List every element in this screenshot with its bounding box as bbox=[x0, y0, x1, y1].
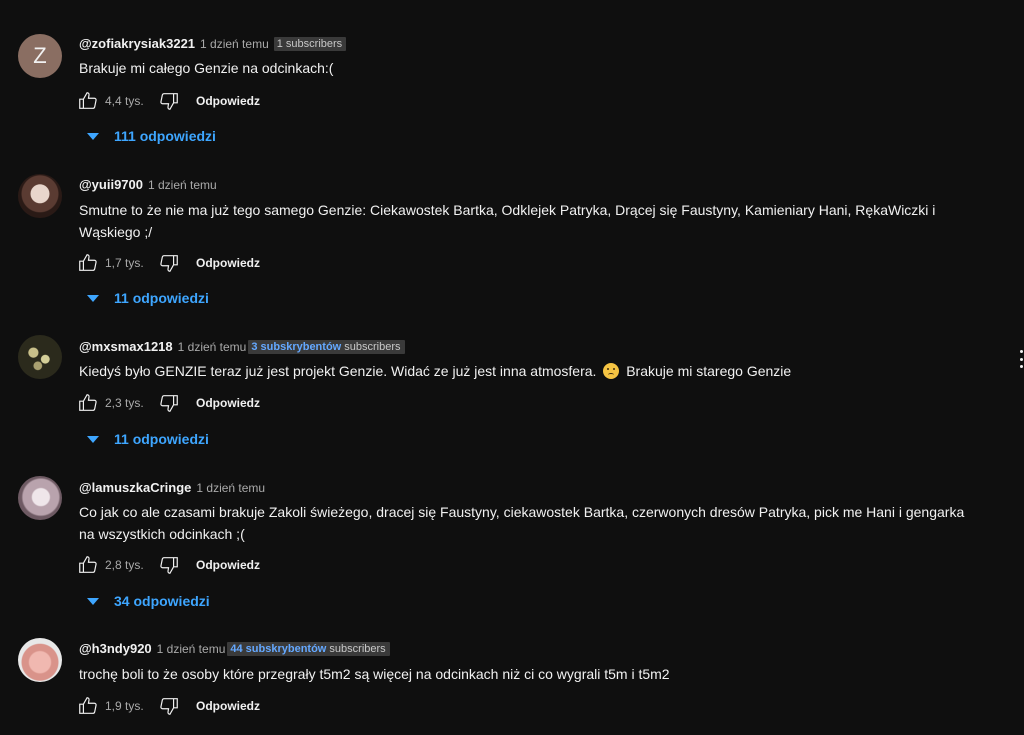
subscriber-badge: 44 subskrybentów subscribers bbox=[227, 641, 390, 656]
replies-count: 34 odpowiedzi bbox=[114, 593, 210, 609]
caret-down-icon bbox=[87, 435, 99, 443]
subscriber-badge-count: 3 subskrybentów bbox=[251, 340, 342, 353]
thumb-down-icon bbox=[160, 255, 178, 272]
comment-actions: 1,9 tys. Odpowiedz bbox=[76, 694, 260, 718]
reply-button[interactable]: Odpowiedz bbox=[196, 396, 260, 410]
comment-time[interactable]: 1 dzień temu bbox=[157, 642, 226, 656]
comment-author[interactable]: @zofiakrysiak3221 bbox=[79, 36, 195, 51]
comment-header: @mxsmax1218 1 dzień temu 3 subskrybentów… bbox=[79, 339, 405, 354]
like-button[interactable] bbox=[76, 694, 100, 718]
subscriber-badge-text: subscribers bbox=[341, 340, 401, 353]
subscriber-badge-text: 1 subscribers bbox=[276, 37, 343, 50]
like-button[interactable] bbox=[76, 251, 100, 275]
like-count: 2,8 tys. bbox=[105, 558, 144, 572]
comment-text-part: Brakuje mi starego Genzie bbox=[622, 363, 792, 379]
comment-time[interactable]: 1 dzień temu bbox=[148, 178, 217, 192]
replies-count: 11 odpowiedzi bbox=[114, 431, 209, 447]
avatar[interactable]: Z bbox=[18, 34, 62, 78]
view-replies-button[interactable]: 34 odpowiedzi bbox=[84, 593, 210, 609]
avatar[interactable] bbox=[18, 476, 62, 520]
like-button[interactable] bbox=[76, 553, 100, 577]
thumb-down-icon bbox=[160, 698, 178, 715]
thumb-up-icon bbox=[79, 92, 97, 109]
dislike-button[interactable] bbox=[157, 89, 181, 113]
thumb-down-icon bbox=[160, 395, 178, 412]
view-replies-button[interactable]: 11 odpowiedzi bbox=[84, 431, 209, 447]
thumb-up-icon bbox=[79, 697, 97, 714]
replies-count: 111 odpowiedzi bbox=[114, 128, 216, 144]
comment-actions: 2,8 tys. Odpowiedz bbox=[76, 553, 260, 577]
like-button[interactable] bbox=[76, 89, 100, 113]
view-replies-button[interactable]: 11 odpowiedzi bbox=[84, 290, 209, 306]
dislike-button[interactable] bbox=[157, 694, 181, 718]
comment-text: Smutne to że nie ma już tego samego Genz… bbox=[79, 202, 936, 240]
like-count: 1,9 tys. bbox=[105, 699, 144, 713]
subscriber-badge: 1 subscribers bbox=[273, 36, 347, 51]
like-count: 2,3 tys. bbox=[105, 396, 144, 410]
reply-button[interactable]: Odpowiedz bbox=[196, 558, 260, 572]
comment-time[interactable]: 1 dzień temu bbox=[178, 340, 247, 354]
comment-text: Brakuje mi całego Genzie na odcinkach:( bbox=[79, 60, 334, 76]
caret-down-icon bbox=[87, 132, 99, 140]
like-button[interactable] bbox=[76, 391, 100, 415]
avatar[interactable] bbox=[18, 638, 62, 682]
more-options-icon[interactable] bbox=[1018, 350, 1024, 368]
thumb-down-icon bbox=[160, 93, 178, 110]
dislike-button[interactable] bbox=[157, 251, 181, 275]
comment-actions: 1,7 tys. Odpowiedz bbox=[76, 251, 260, 275]
comment-time[interactable]: 1 dzień temu bbox=[200, 37, 269, 51]
comment-author[interactable]: @lamuszkaCringe bbox=[79, 480, 191, 495]
reply-button[interactable]: Odpowiedz bbox=[196, 256, 260, 270]
subscriber-badge-text: subscribers bbox=[326, 642, 386, 655]
reply-button[interactable]: Odpowiedz bbox=[196, 94, 260, 108]
comment-text-part: Kiedyś było GENZIE teraz już jest projek… bbox=[79, 363, 601, 379]
thumb-up-icon bbox=[79, 394, 97, 411]
like-count: 4,4 tys. bbox=[105, 94, 144, 108]
comment-text: trochę boli to że osoby które przegrały … bbox=[79, 666, 670, 682]
subscriber-badge: 3 subskrybentów subscribers bbox=[248, 339, 405, 354]
thumb-down-icon bbox=[160, 557, 178, 574]
comment-actions: 2,3 tys. Odpowiedz bbox=[76, 391, 260, 415]
comment-author[interactable]: @mxsmax1218 bbox=[79, 339, 173, 354]
reply-button[interactable]: Odpowiedz bbox=[196, 699, 260, 713]
avatar[interactable] bbox=[18, 174, 62, 218]
comment-text: Kiedyś było GENZIE teraz już jest projek… bbox=[79, 360, 999, 382]
sad-face-emoji bbox=[603, 363, 620, 379]
comment-author[interactable]: @yuii9700 bbox=[79, 177, 143, 192]
comment-header: @h3ndy920 1 dzień temu 44 subskrybentów … bbox=[79, 641, 390, 656]
caret-down-icon bbox=[87, 597, 99, 605]
like-count: 1,7 tys. bbox=[105, 256, 144, 270]
avatar[interactable] bbox=[18, 335, 62, 379]
thumb-up-icon bbox=[79, 556, 97, 573]
avatar-letter: Z bbox=[33, 43, 47, 68]
comment-time[interactable]: 1 dzień temu bbox=[196, 481, 265, 495]
thumb-up-icon bbox=[79, 254, 97, 271]
comment-author[interactable]: @h3ndy920 bbox=[79, 641, 152, 656]
dislike-button[interactable] bbox=[157, 553, 181, 577]
caret-down-icon bbox=[87, 294, 99, 302]
dislike-button[interactable] bbox=[157, 391, 181, 415]
replies-count: 11 odpowiedzi bbox=[114, 290, 209, 306]
comment-text: Co jak co ale czasami brakuje Zakoli świ… bbox=[79, 504, 965, 542]
view-replies-button[interactable]: 111 odpowiedzi bbox=[84, 128, 216, 144]
comment-actions: 4,4 tys. Odpowiedz bbox=[76, 89, 260, 113]
comment-header: @lamuszkaCringe 1 dzień temu bbox=[79, 480, 265, 495]
comment-header: @yuii9700 1 dzień temu bbox=[79, 177, 217, 192]
comment-header: @zofiakrysiak3221 1 dzień temu 1 subscri… bbox=[79, 36, 347, 51]
subscriber-badge-count: 44 subskrybentów bbox=[230, 642, 327, 655]
